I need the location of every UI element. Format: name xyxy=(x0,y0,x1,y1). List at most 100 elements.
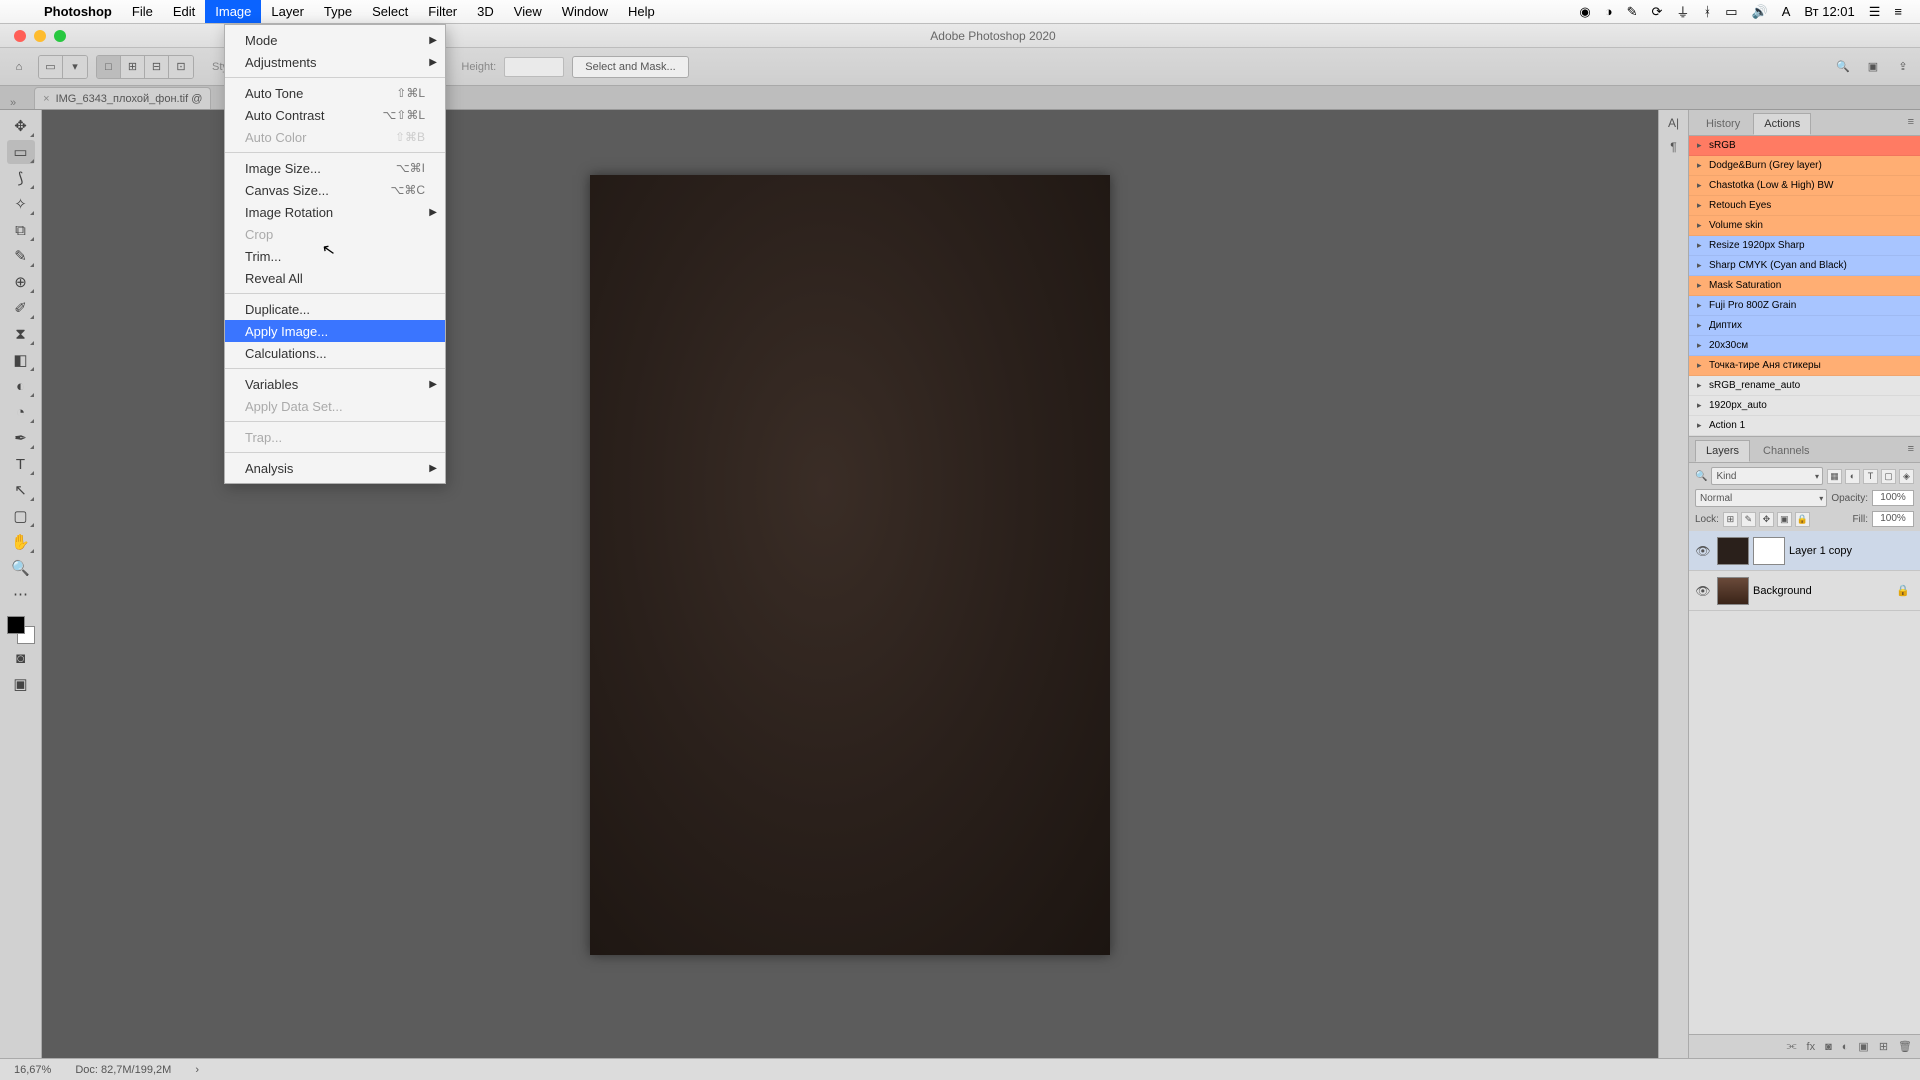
intersect-selection[interactable]: ⊡ xyxy=(169,56,193,78)
menu-item-image-size[interactable]: Image Size...⌥⌘I xyxy=(225,157,445,179)
visibility-toggle[interactable]: 👁 xyxy=(1689,584,1717,598)
menu-item-adjustments[interactable]: Adjustments▶ xyxy=(225,51,445,73)
menu-file[interactable]: File xyxy=(122,0,163,23)
clock[interactable]: Вт 12:01 xyxy=(1804,4,1854,19)
menu-view[interactable]: View xyxy=(504,0,552,23)
action-item[interactable]: ▸20х30см xyxy=(1689,336,1920,356)
marquee-tool-preset[interactable]: ▭▾ xyxy=(38,55,88,79)
menu-filter[interactable]: Filter xyxy=(418,0,467,23)
type-tool[interactable]: T xyxy=(7,452,35,476)
menu-item-auto-contrast[interactable]: Auto Contrast⌥⇧⌘L xyxy=(225,104,445,126)
panel-menu-icon[interactable]: ≡ xyxy=(1908,116,1914,128)
fill-field[interactable]: 100% xyxy=(1872,511,1914,527)
layer-thumbnail[interactable] xyxy=(1717,577,1749,605)
action-item[interactable]: ▸1920px_auto xyxy=(1689,396,1920,416)
action-item[interactable]: ▸Chastotka (Low & High) BW xyxy=(1689,176,1920,196)
menu-edit[interactable]: Edit xyxy=(163,0,205,23)
menu-item-variables[interactable]: Variables▶ xyxy=(225,373,445,395)
action-item[interactable]: ▸Mask Saturation xyxy=(1689,276,1920,296)
action-item[interactable]: ▸sRGB xyxy=(1689,136,1920,156)
search-icon[interactable]: 🔍 xyxy=(1834,58,1852,76)
filter-adjust-icon[interactable]: ◐ xyxy=(1845,469,1860,484)
menu-window[interactable]: Window xyxy=(552,0,618,23)
filter-smart-icon[interactable]: ◈ xyxy=(1899,469,1914,484)
history-tab[interactable]: History xyxy=(1695,113,1751,135)
menu-item-apply-image[interactable]: Apply Image... xyxy=(225,320,445,342)
layer-style-icon[interactable]: fx xyxy=(1807,1041,1816,1053)
move-tool[interactable]: ✥ xyxy=(7,114,35,138)
close-tab-icon[interactable]: × xyxy=(43,93,49,105)
action-item[interactable]: ▸Resize 1920px Sharp xyxy=(1689,236,1920,256)
adjustment-layer-icon[interactable]: ◐ xyxy=(1842,1041,1849,1053)
pen-tool[interactable]: ✒ xyxy=(7,426,35,450)
paragraph-panel-icon[interactable]: ¶ xyxy=(1670,140,1676,154)
input-source[interactable]: A xyxy=(1782,4,1791,19)
height-field[interactable] xyxy=(504,57,564,77)
action-item[interactable]: ▸Dodge&Burn (Grey layer) xyxy=(1689,156,1920,176)
maximize-window[interactable] xyxy=(54,30,66,42)
delete-layer-icon[interactable]: 🗑 xyxy=(1898,1040,1912,1053)
lock-artboard-icon[interactable]: ▣ xyxy=(1777,512,1792,527)
add-selection[interactable]: ⊞ xyxy=(121,56,145,78)
minimize-window[interactable] xyxy=(34,30,46,42)
volume-icon[interactable]: 🔊 xyxy=(1752,4,1768,20)
character-panel-icon[interactable]: A| xyxy=(1668,116,1679,130)
actions-tab[interactable]: Actions xyxy=(1753,113,1811,135)
layers-tab[interactable]: Layers xyxy=(1695,440,1750,462)
layer-row[interactable]: 👁Layer 1 copy xyxy=(1689,531,1920,571)
spotlight-icon[interactable]: ◉ xyxy=(1579,4,1590,20)
action-item[interactable]: ▸Volume skin xyxy=(1689,216,1920,236)
menu-item-calculations[interactable]: Calculations... xyxy=(225,342,445,364)
zoom-tool[interactable]: 🔍 xyxy=(7,556,35,580)
document-canvas[interactable] xyxy=(590,175,1110,955)
menu-item-image-rotation[interactable]: Image Rotation▶ xyxy=(225,201,445,223)
path-select-tool[interactable]: ↖ xyxy=(7,478,35,502)
screen-mode[interactable]: ▣ xyxy=(7,672,35,696)
menu-item-trim[interactable]: Trim... xyxy=(225,245,445,267)
menu-layer[interactable]: Layer xyxy=(261,0,314,23)
hand-tool[interactable]: ✋ xyxy=(7,530,35,554)
lock-transparent-icon[interactable]: ⊞ xyxy=(1723,512,1738,527)
filter-pixel-icon[interactable]: ▦ xyxy=(1827,469,1842,484)
channels-tab[interactable]: Channels xyxy=(1752,440,1820,462)
crop-tool[interactable]: ⧉ xyxy=(7,218,35,242)
dodge-tool[interactable]: ◔ xyxy=(7,400,35,424)
app-name[interactable]: Photoshop xyxy=(34,4,122,19)
layer-thumbnail[interactable] xyxy=(1717,537,1749,565)
filter-kind-select[interactable]: Kind xyxy=(1711,467,1823,485)
new-layer-icon[interactable]: ⊞ xyxy=(1879,1040,1888,1053)
status-flyout-chevron[interactable]: › xyxy=(195,1064,199,1076)
tab-scroll-chevron[interactable]: » xyxy=(0,97,26,109)
bluetooth-icon[interactable]: ᚼ xyxy=(1703,4,1711,19)
notification-icon[interactable]: ≡ xyxy=(1894,4,1902,19)
marquee-tool[interactable]: ▭ xyxy=(7,140,35,164)
clone-stamp-tool[interactable]: ⧗ xyxy=(7,322,35,346)
action-item[interactable]: ▸sRGB_rename_auto xyxy=(1689,376,1920,396)
brush-tool[interactable]: ✐ xyxy=(7,296,35,320)
menu-item-analysis[interactable]: Analysis▶ xyxy=(225,457,445,479)
action-item[interactable]: ▸Точка-тире Аня стикеры xyxy=(1689,356,1920,376)
mask-thumbnail[interactable] xyxy=(1753,537,1785,565)
action-item[interactable]: ▸Retouch Eyes xyxy=(1689,196,1920,216)
action-item[interactable]: ▸Action 1 xyxy=(1689,416,1920,436)
menu-select[interactable]: Select xyxy=(362,0,418,23)
cloud-sync-icon[interactable]: ◑ xyxy=(1605,4,1613,19)
filter-shape-icon[interactable]: ▢ xyxy=(1881,469,1896,484)
lock-position-icon[interactable]: ✥ xyxy=(1759,512,1774,527)
action-item[interactable]: ▸Диптих xyxy=(1689,316,1920,336)
eyedropper-tool[interactable]: ✎ xyxy=(7,244,35,268)
layer-mask-icon[interactable]: ◙ xyxy=(1825,1041,1832,1053)
menu-item-auto-tone[interactable]: Auto Tone⇧⌘L xyxy=(225,82,445,104)
visibility-toggle[interactable]: 👁 xyxy=(1689,544,1717,558)
menu-type[interactable]: Type xyxy=(314,0,362,23)
color-swatches[interactable] xyxy=(7,616,35,644)
shape-tool[interactable]: ▢ xyxy=(7,504,35,528)
menu-item-canvas-size[interactable]: Canvas Size...⌥⌘C xyxy=(225,179,445,201)
healing-tool[interactable]: ⊕ xyxy=(7,270,35,294)
opacity-field[interactable]: 100% xyxy=(1872,490,1914,506)
menu-help[interactable]: Help xyxy=(618,0,665,23)
menu-3d[interactable]: 3D xyxy=(467,0,504,23)
menu-image[interactable]: Image xyxy=(205,0,261,23)
share-icon[interactable]: ⇪ xyxy=(1894,58,1912,76)
subtract-selection[interactable]: ⊟ xyxy=(145,56,169,78)
